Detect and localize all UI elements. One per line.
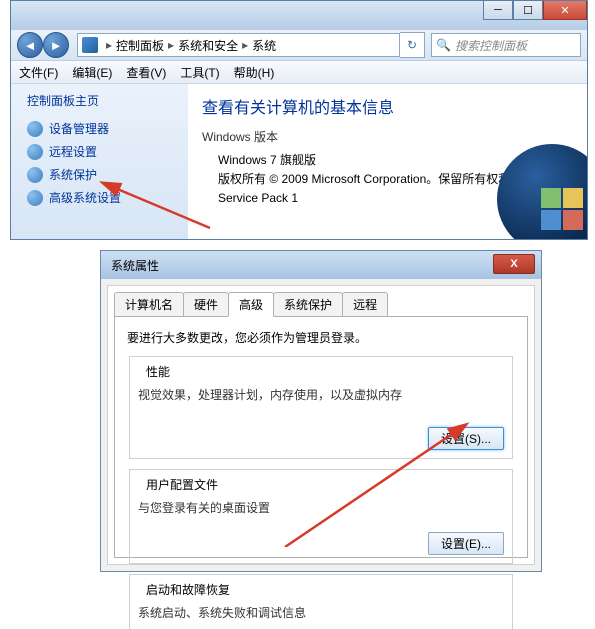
maximize-button[interactable]: ☐ (513, 1, 543, 20)
breadcrumb-leaf[interactable]: 系统 (252, 37, 276, 54)
forward-button[interactable]: ► (43, 32, 69, 58)
search-placeholder: 搜索控制面板 (455, 37, 527, 54)
menu-view[interactable]: 查看(V) (126, 64, 166, 81)
shield-icon (27, 144, 43, 160)
group-startup-recovery: 启动和故障恢复 系统启动、系统失败和调试信息 (129, 574, 513, 629)
main-panel: 查看有关计算机的基本信息 Windows 版本 Windows 7 旗舰版 版权… (188, 84, 587, 239)
sidebar: 控制面板主页 设备管理器 远程设置 系统保护 高级系统设置 (11, 84, 188, 239)
shield-icon (27, 167, 43, 183)
group-desc: 系统启动、系统失败和调试信息 (138, 604, 504, 621)
system-properties-dialog: 系统属性 X 计算机名 硬件 高级 系统保护 远程 要进行大多数更改，您必须作为… (100, 250, 542, 572)
tab-hardware[interactable]: 硬件 (183, 292, 229, 316)
menu-edit[interactable]: 编辑(E) (72, 64, 112, 81)
search-icon: 🔍 (436, 38, 451, 52)
menu-tools[interactable]: 工具(T) (180, 64, 219, 81)
group-title: 性能 (142, 363, 174, 380)
settings-button-performance[interactable]: 设置(S)... (428, 427, 504, 450)
sidebar-item-label: 系统保护 (49, 166, 97, 183)
dialog-close-button[interactable]: X (493, 254, 535, 274)
minimize-button[interactable]: ─ (483, 1, 513, 20)
group-performance: 性能 视觉效果，处理器计划，内存使用，以及虚拟内存 设置(S)... (129, 356, 513, 459)
group-desc: 视觉效果，处理器计划，内存使用，以及虚拟内存 (138, 386, 504, 403)
tab-remote[interactable]: 远程 (342, 292, 388, 316)
back-button[interactable]: ◄ (17, 32, 43, 58)
section-label: Windows 版本 (202, 128, 573, 145)
refresh-button[interactable]: ↻ (400, 32, 425, 58)
address-bar[interactable]: ▸ 控制面板 ▸ 系统和安全 ▸ 系统 (77, 33, 400, 57)
sidebar-item-device-manager[interactable]: 设备管理器 (23, 117, 188, 140)
sidebar-item-advanced[interactable]: 高级系统设置 (23, 186, 188, 209)
dialog-titlebar: 系统属性 X (101, 251, 541, 279)
control-panel-icon (82, 37, 98, 53)
shield-icon (27, 190, 43, 206)
menubar: 文件(F) 编辑(E) 查看(V) 工具(T) 帮助(H) (11, 61, 587, 84)
sidebar-item-label: 高级系统设置 (49, 189, 121, 206)
tab-strip: 计算机名 硬件 高级 系统保护 远程 (108, 286, 534, 316)
group-desc: 与您登录有关的桌面设置 (138, 499, 504, 516)
group-title: 启动和故障恢复 (142, 581, 234, 598)
breadcrumb-root[interactable]: 控制面板 (116, 37, 164, 54)
system-window: ─ ☐ ✕ ◄ ► ▸ 控制面板 ▸ 系统和安全 ▸ 系统 ↻ 🔍 搜索控制面板 (10, 0, 588, 240)
tab-advanced[interactable]: 高级 (228, 292, 274, 317)
group-user-profile: 用户配置文件 与您登录有关的桌面设置 设置(E)... (129, 469, 513, 564)
admin-note: 要进行大多数更改，您必须作为管理员登录。 (127, 329, 515, 346)
menu-help[interactable]: 帮助(H) (234, 64, 275, 81)
sidebar-item-label: 设备管理器 (49, 120, 109, 137)
tab-protection[interactable]: 系统保护 (273, 292, 343, 316)
search-input[interactable]: 🔍 搜索控制面板 (431, 33, 581, 57)
menu-file[interactable]: 文件(F) (19, 64, 58, 81)
sidebar-item-label: 远程设置 (49, 143, 97, 160)
window-buttons: ─ ☐ ✕ (483, 1, 587, 20)
sidebar-item-remote[interactable]: 远程设置 (23, 140, 188, 163)
group-title: 用户配置文件 (142, 476, 222, 493)
sidebar-title[interactable]: 控制面板主页 (23, 92, 188, 109)
dialog-title: 系统属性 (111, 257, 159, 274)
titlebar: ─ ☐ ✕ (11, 1, 587, 29)
tab-computer-name[interactable]: 计算机名 (114, 292, 184, 316)
close-button[interactable]: ✕ (543, 1, 587, 20)
breadcrumb-mid[interactable]: 系统和安全 (178, 37, 238, 54)
tab-panel-advanced: 要进行大多数更改，您必须作为管理员登录。 性能 视觉效果，处理器计划，内存使用，… (114, 316, 528, 558)
page-heading: 查看有关计算机的基本信息 (202, 94, 573, 118)
sidebar-item-protection[interactable]: 系统保护 (23, 163, 188, 186)
navbar: ◄ ► ▸ 控制面板 ▸ 系统和安全 ▸ 系统 ↻ 🔍 搜索控制面板 (11, 29, 587, 61)
shield-icon (27, 121, 43, 137)
